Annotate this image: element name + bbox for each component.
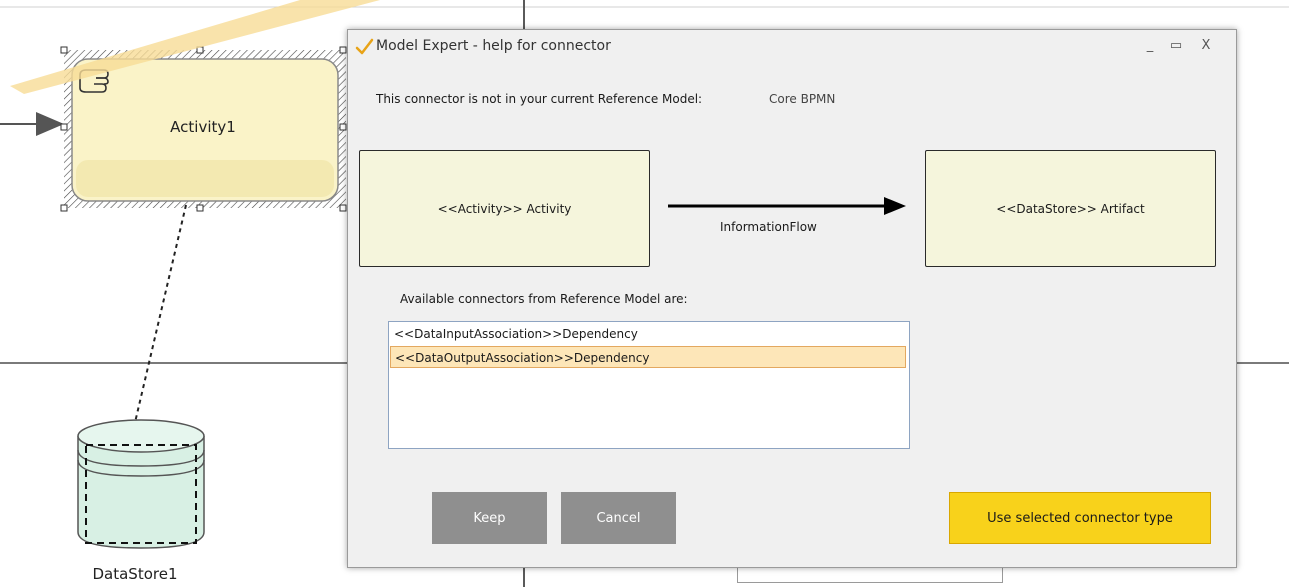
- dialog-title: Model Expert - help for connector: [376, 38, 611, 54]
- target-element-label: <<DataStore>> Artifact: [996, 201, 1145, 216]
- connectors-list-label: Available connectors from Reference Mode…: [400, 292, 688, 306]
- minimize-button[interactable]: _: [1138, 36, 1162, 56]
- datastore-label[interactable]: DataStore1: [60, 565, 210, 583]
- source-element-box: <<Activity>> Activity: [359, 150, 650, 267]
- connectors-listbox[interactable]: <<DataInputAssociation>>Dependency <<Dat…: [388, 321, 910, 449]
- source-element-label: <<Activity>> Activity: [437, 201, 572, 216]
- activity-label[interactable]: Activity1: [72, 118, 334, 136]
- datastore-shape: [77, 419, 205, 549]
- connector-option-selected[interactable]: <<DataOutputAssociation>>Dependency: [390, 346, 906, 368]
- reference-model-name: Core BPMN: [769, 92, 836, 106]
- model-expert-dialog: Model Expert - help for connector _ ▭ X …: [347, 29, 1237, 568]
- highlight-ray: [10, 0, 380, 94]
- use-selected-connector-button[interactable]: Use selected connector type: [949, 492, 1211, 544]
- connector-arrow-icon: [668, 197, 906, 215]
- connector-type-label: InformationFlow: [720, 220, 817, 234]
- info-text: This connector is not in your current Re…: [376, 92, 703, 106]
- hidden-shape-edge: [737, 566, 1003, 583]
- checkmark-icon: [355, 38, 374, 55]
- keep-button[interactable]: Keep: [432, 492, 547, 544]
- dialog-titlebar[interactable]: Model Expert - help for connector _ ▭ X: [348, 30, 1236, 64]
- sequence-flow-arrowhead: [36, 112, 64, 136]
- close-button[interactable]: X: [1194, 36, 1218, 56]
- target-element-box: <<DataStore>> Artifact: [925, 150, 1216, 267]
- maximize-button[interactable]: ▭: [1164, 36, 1188, 56]
- cancel-button[interactable]: Cancel: [561, 492, 676, 544]
- connector-option[interactable]: <<DataInputAssociation>>Dependency: [390, 323, 906, 345]
